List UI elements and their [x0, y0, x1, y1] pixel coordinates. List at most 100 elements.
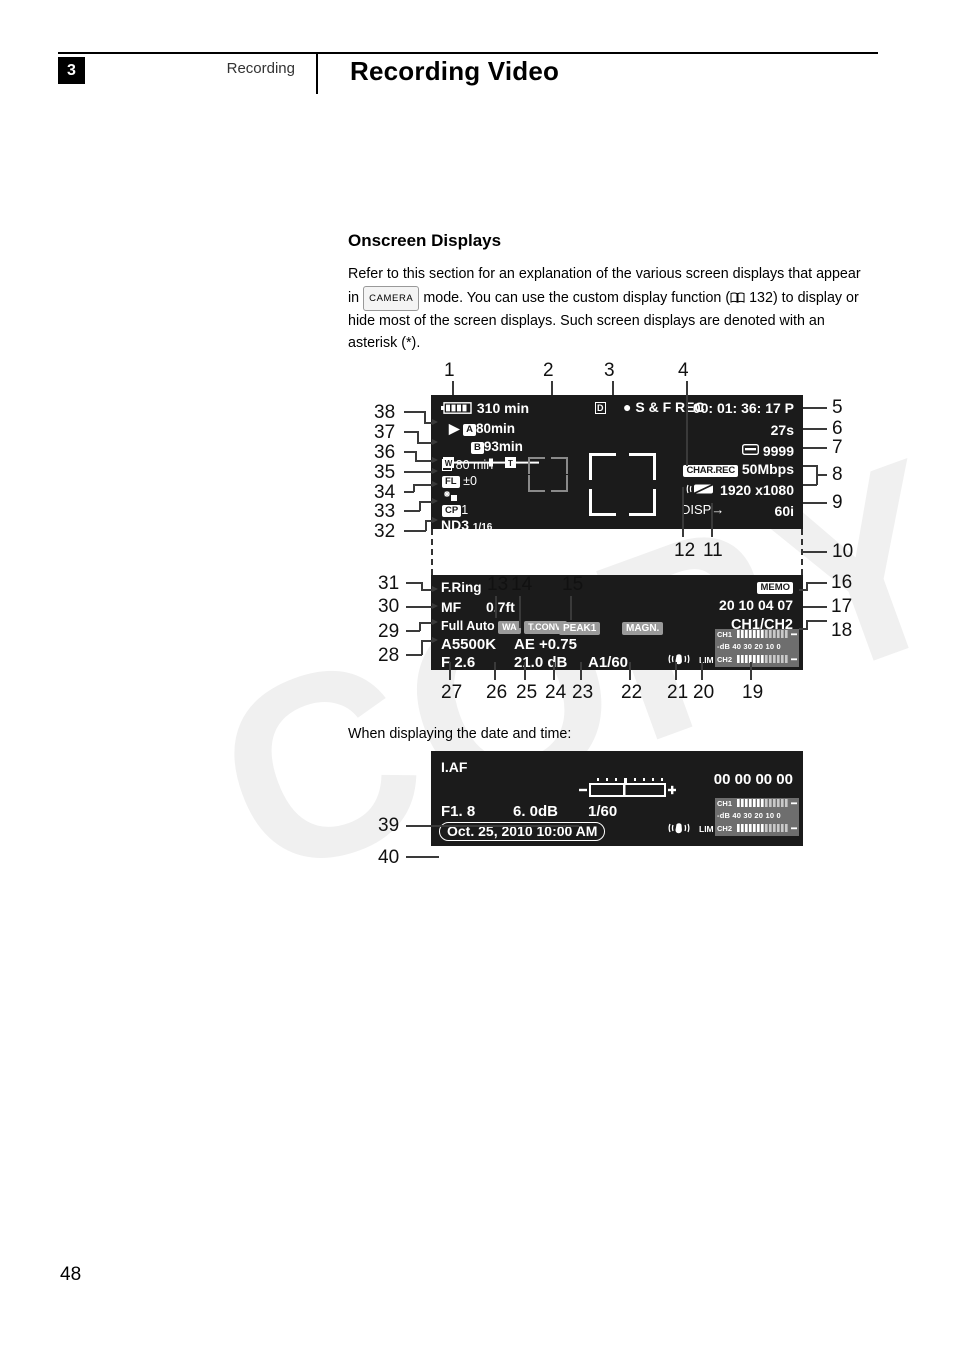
callout-24: 24 — [545, 682, 567, 703]
battery-indicator: 310 min — [441, 400, 529, 416]
callout-18-leader-h1 — [799, 628, 808, 630]
callout-33-arrow — [432, 498, 438, 504]
date-time-caption: When displaying the date and time: — [348, 726, 572, 742]
af-corner-white-bl — [589, 489, 616, 516]
slot-b-time: 93min — [483, 439, 523, 454]
audio-level-meter-1: CH1 CH2 -dB 40 30 20 10 0 — [715, 629, 799, 667]
nd-filter-fraction: 1/16 — [472, 522, 493, 533]
ae-shift-label: AE +0.75 — [514, 636, 577, 653]
battery-icon — [441, 401, 473, 414]
wa-badge: WA — [498, 621, 521, 634]
slot-a-badge: A — [463, 424, 477, 436]
custom-picture-row: CP 1 — [442, 503, 468, 517]
meter2-scale-label: -dB 40 30 20 10 0 — [717, 811, 781, 820]
slot-b-row: B 93min — [471, 439, 523, 454]
callout-34-leader-h2 — [413, 484, 433, 486]
interval-display: 27s — [770, 422, 794, 438]
char-rec-badge: CHAR.REC — [683, 465, 738, 477]
af-corner-white-br — [629, 489, 656, 516]
callout-38-leader-h — [404, 411, 426, 413]
callout-3-leader — [612, 381, 614, 395]
image-stabilizer-icon-2 — [668, 821, 690, 840]
callout-16-leader-h2 — [806, 582, 827, 584]
page-number: 48 — [60, 1264, 82, 1285]
magn-badge: MAGN. — [622, 622, 664, 635]
callout-20-leader — [701, 662, 703, 680]
callout-36-arrow — [432, 457, 438, 463]
callout-37-leader-h2 — [417, 442, 433, 444]
svg-text:W: W — [445, 459, 453, 468]
rec-arrow-icon: → — [781, 550, 794, 565]
meter-scale-label: -dB 40 30 20 10 0 — [717, 642, 781, 651]
callout-32-leader-v — [425, 520, 427, 531]
page-reference: 132 — [749, 289, 773, 306]
camera-mode-badge: CAMERA — [363, 285, 420, 311]
peak-badge: PEAK1 — [559, 622, 601, 635]
callout-22-leader — [629, 662, 631, 680]
nd-filter-row: ND3 1/16 — [441, 517, 492, 533]
callout-32: 32 — [374, 521, 396, 542]
play-arrow-icon: ▶ — [449, 421, 460, 436]
limiter-label-2: LIM — [699, 824, 714, 834]
page-header: 3 Recording Recording Video — [0, 0, 954, 130]
callout-33: 33 — [374, 501, 396, 522]
af-corner-gray-bl — [528, 475, 545, 492]
rec-button-hint: REC→ — [754, 550, 794, 565]
custom-picture-icon: CP — [442, 505, 462, 517]
audio-channel-label: CH1/CH2 — [730, 617, 793, 633]
callout-14-leader — [519, 596, 521, 628]
flash-icon: FL — [442, 476, 460, 488]
exposure-mode-row: Full Auto WA T.CONV. — [441, 619, 567, 634]
callout-38-arrow — [432, 419, 438, 425]
callout-1-leader — [452, 381, 454, 395]
callout-27: 27 — [441, 682, 463, 703]
callout-34-arrow — [432, 481, 438, 487]
focus-mode-label: MF — [441, 599, 462, 615]
af-mode-label: I.AF — [441, 759, 468, 775]
callout-18-leader-h2 — [806, 620, 827, 622]
callout-10-leader — [803, 551, 827, 553]
callout-28-arrow — [432, 637, 438, 643]
callout-21: 21 — [667, 682, 689, 703]
callout-26-leader — [494, 662, 496, 680]
callout-16-leader-h1 — [799, 589, 808, 591]
callout-36-leader-h2 — [415, 460, 433, 462]
af-corner-gray-br — [551, 475, 568, 492]
callout-39-leader — [406, 825, 579, 827]
timecode-display-2: 00 00 00 00 — [713, 771, 793, 788]
callout-11-leader — [711, 503, 713, 537]
meter2-ch2-bars — [737, 824, 797, 832]
callout-12: 12 — [674, 540, 696, 561]
callout-15-leader — [570, 596, 572, 620]
callout-33-leader-h2 — [419, 501, 433, 503]
focus-ring-label: F.Ring — [441, 580, 482, 595]
callout-31: 31 — [378, 573, 400, 594]
callout-4: 4 — [678, 360, 689, 381]
svg-text:T: T — [508, 459, 513, 468]
callout-37-arrow — [432, 439, 438, 445]
osd-left-dashed-edge — [431, 529, 433, 575]
record-dot-icon: ● — [623, 399, 632, 415]
callout-13: 13 — [487, 574, 509, 595]
callout-8: 8 — [832, 464, 843, 485]
callout-36: 36 — [374, 442, 396, 463]
callout-8-leader-a — [803, 465, 817, 467]
memo-badge-wrap: MEMO — [757, 578, 793, 596]
rec-hint-label: REC — [753, 550, 781, 565]
callout-8-leader-b — [803, 484, 817, 486]
callout-7-leader — [803, 447, 827, 449]
image-stabilizer-icon — [668, 652, 690, 671]
gain-label: 21.0 dB — [514, 654, 568, 671]
callout-31-leader-h — [406, 582, 422, 584]
aperture-label: F 2.6 — [441, 654, 476, 671]
audio-level-meter-2: CH1 CH2 -dB 40 30 20 10 0 — [715, 798, 799, 836]
intro-paragraph: Refer to this section for an explanation… — [348, 264, 873, 354]
callout-28-leader-h — [406, 654, 422, 656]
shutter-label-2: 1/60 — [588, 803, 618, 820]
callout-11: 11 — [703, 540, 723, 561]
callout-30-arrow — [432, 603, 438, 609]
header-divider — [58, 52, 878, 54]
callout-5: 5 — [832, 397, 843, 418]
callout-17: 17 — [831, 596, 853, 617]
callout-35-leader — [404, 471, 433, 473]
